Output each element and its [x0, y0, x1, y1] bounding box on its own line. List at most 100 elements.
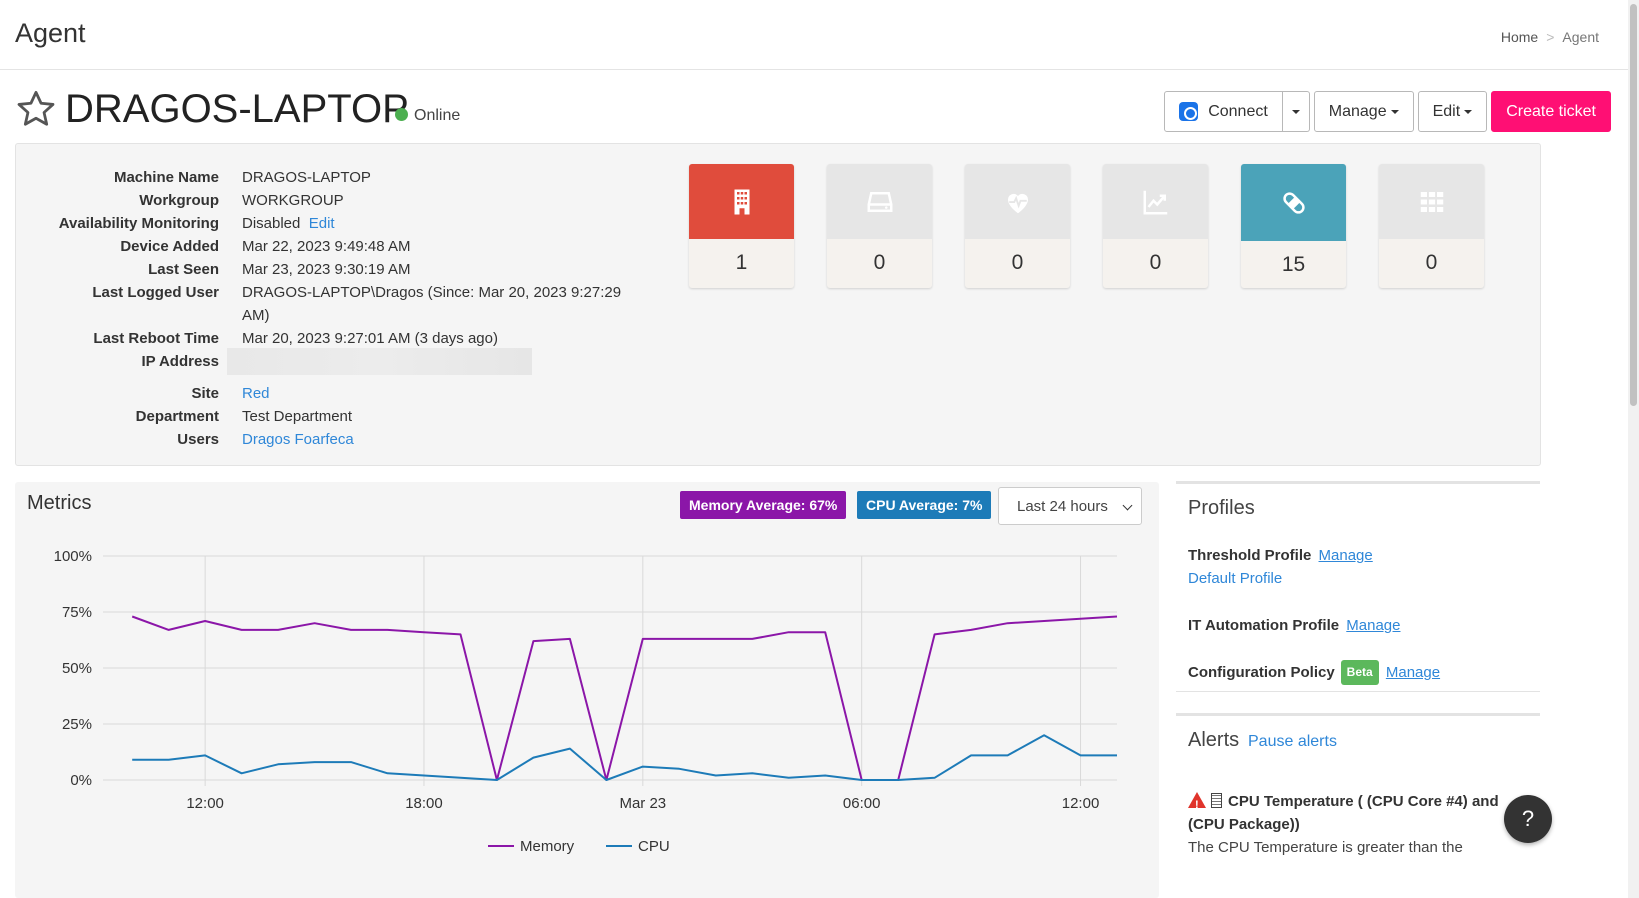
configuration-manage-link[interactable]: Manage	[1386, 664, 1440, 681]
tile-performance[interactable]: 0	[1103, 164, 1208, 288]
y-tick-label: 100%	[54, 548, 92, 565]
action-buttons: Connect Manage Edit Create ticket	[1164, 91, 1611, 132]
help-button[interactable]: ?	[1504, 795, 1552, 843]
configuration-policy-row: Configuration Policy Beta Manage	[1188, 660, 1440, 685]
tile-software[interactable]: 0	[1379, 164, 1484, 288]
tile-icon-area	[827, 164, 932, 239]
cpu-average-badge: CPU Average: 7%	[857, 491, 992, 519]
it-automation-label: IT Automation Profile	[1188, 617, 1340, 634]
info-row-last-seen: Last Seen Mar 23, 2023 9:30:19 AM	[16, 258, 622, 281]
info-row-machine-name: Machine Name DRAGOS-LAPTOP	[16, 166, 622, 189]
caret-down-icon	[1390, 109, 1399, 114]
user-link[interactable]: Dragos Foarfeca	[242, 431, 354, 448]
breadcrumb: Home > Agent	[1501, 29, 1599, 45]
info-label: Site	[191, 385, 219, 402]
status-indicator: Online	[395, 107, 460, 125]
warning-icon	[1188, 792, 1206, 817]
breadcrumb-current: Agent	[1562, 29, 1599, 45]
tile-patches[interactable]: 15	[1241, 164, 1346, 288]
tile-icon-area	[689, 164, 794, 239]
tile-count: 0	[1011, 250, 1024, 274]
site-link[interactable]: Red	[242, 385, 270, 402]
pause-alerts-link[interactable]: Pause alerts	[1248, 733, 1337, 751]
info-value: Mar 23, 2023 9:30:19 AM	[242, 261, 411, 278]
create-ticket-button[interactable]: Create ticket	[1491, 91, 1611, 132]
info-row-last-reboot: Last Reboot Time Mar 20, 2023 9:27:01 AM …	[16, 327, 622, 350]
connect-dropdown-button[interactable]	[1282, 91, 1310, 132]
info-row-availability: Availability Monitoring Disabled Edit	[16, 212, 622, 235]
breadcrumb-separator: >	[1546, 29, 1555, 45]
tile-icon-area	[1379, 164, 1484, 239]
caret-down-icon	[1291, 109, 1300, 114]
building-icon	[1211, 793, 1222, 808]
availability-value: Disabled	[242, 215, 301, 232]
connect-label: Connect	[1208, 102, 1268, 120]
device-name: DRAGOS-LAPTOP	[65, 87, 409, 131]
threshold-profile-row: Threshold Profile Manage Default Profile	[1188, 544, 1373, 590]
info-value: DRAGOS-LAPTOP	[242, 169, 371, 186]
caret-down-icon	[1464, 109, 1473, 114]
configuration-policy-label: Configuration Policy	[1188, 664, 1335, 681]
x-tick-label: 06:00	[843, 795, 881, 812]
availability-edit-link[interactable]: Edit	[309, 215, 335, 232]
page-scrollbar[interactable]	[1628, 0, 1639, 898]
summary-tiles: 1 0 0 0 15 0	[689, 164, 1517, 288]
info-value: Test Department	[242, 408, 353, 425]
time-range-value: Last 24 hours	[1017, 497, 1108, 515]
tile-disk[interactable]: 0	[827, 164, 932, 288]
memory-average-badge: Memory Average: 67%	[680, 491, 847, 519]
alerts-panel: Alerts Pause alerts CPU Temperature ( (C…	[1176, 713, 1540, 898]
x-tick-label: 12:00	[1062, 795, 1100, 812]
profiles-panel: Profiles Threshold Profile Manage Defaul…	[1176, 481, 1540, 692]
info-value: Mar 22, 2023 9:49:48 AM	[242, 238, 411, 255]
legend-label: CPU	[638, 838, 670, 855]
beta-badge: Beta	[1340, 660, 1379, 685]
favorite-star-icon[interactable]	[15, 88, 57, 130]
connect-button[interactable]: Connect	[1164, 91, 1283, 132]
scrollbar-thumb[interactable]	[1630, 4, 1637, 406]
info-label: Machine Name	[113, 169, 219, 186]
alert-item[interactable]: CPU Temperature ( (CPU Core #4) and (CPU…	[1188, 790, 1518, 859]
tile-count: 15	[1281, 252, 1306, 276]
redacted-ip-value	[227, 348, 532, 375]
info-row-ip-address: IP Address	[16, 348, 622, 382]
status-dot-icon	[395, 108, 408, 121]
default-profile-link[interactable]: Default Profile	[1188, 570, 1282, 587]
manage-button[interactable]: Manage	[1313, 91, 1414, 132]
time-range-select[interactable]: Last 24 hours	[998, 487, 1142, 525]
info-label: Last Seen	[148, 261, 219, 278]
edit-label: Edit	[1432, 102, 1461, 120]
info-label: Department	[135, 408, 219, 425]
breadcrumb-home[interactable]: Home	[1501, 29, 1538, 45]
y-tick-label: 50%	[62, 660, 92, 677]
threshold-manage-link[interactable]: Manage	[1319, 547, 1373, 564]
tile-icon-area	[1103, 164, 1208, 239]
profiles-title: Profiles	[1188, 497, 1255, 519]
info-label: Availability Monitoring	[58, 215, 219, 232]
chevron-down-icon	[1122, 500, 1133, 511]
metrics-chart: 0% 25% 50% 75% 100% 12:00 18:00 Mar 23 06:00 12:0…	[54, 548, 1118, 855]
tile-icon-area	[965, 164, 1070, 239]
tile-hardware[interactable]: 1	[689, 164, 794, 288]
manage-label: Manage	[1328, 102, 1387, 120]
grid-icon	[1420, 191, 1443, 212]
page-title: Agent	[15, 18, 86, 48]
page-header: Agent Home > Agent	[0, 0, 1628, 70]
hard-drive-icon	[867, 191, 892, 212]
metrics-panel: Metrics Memory Average: 67% CPU Average:…	[15, 482, 1159, 898]
info-label: Last Reboot Time	[93, 330, 219, 347]
chart-up-icon	[1143, 190, 1167, 214]
it-automation-manage-link[interactable]: Manage	[1346, 617, 1400, 634]
edit-button[interactable]: Edit	[1417, 91, 1488, 132]
info-row-department: Department Test Department	[16, 405, 622, 428]
info-label: Users	[177, 431, 219, 448]
info-value: WORKGROUP	[242, 192, 344, 209]
x-tick-label: Mar 23	[619, 795, 666, 812]
info-label: Workgroup	[139, 192, 219, 209]
y-tick-label: 75%	[62, 604, 92, 621]
x-tick-label: 12:00	[186, 795, 224, 812]
device-info-table: Machine Name DRAGOS-LAPTOP Workgroup WORKG…	[16, 166, 622, 451]
info-label: Device Added	[120, 238, 219, 255]
building-icon	[734, 189, 749, 214]
tile-health[interactable]: 0	[965, 164, 1070, 288]
